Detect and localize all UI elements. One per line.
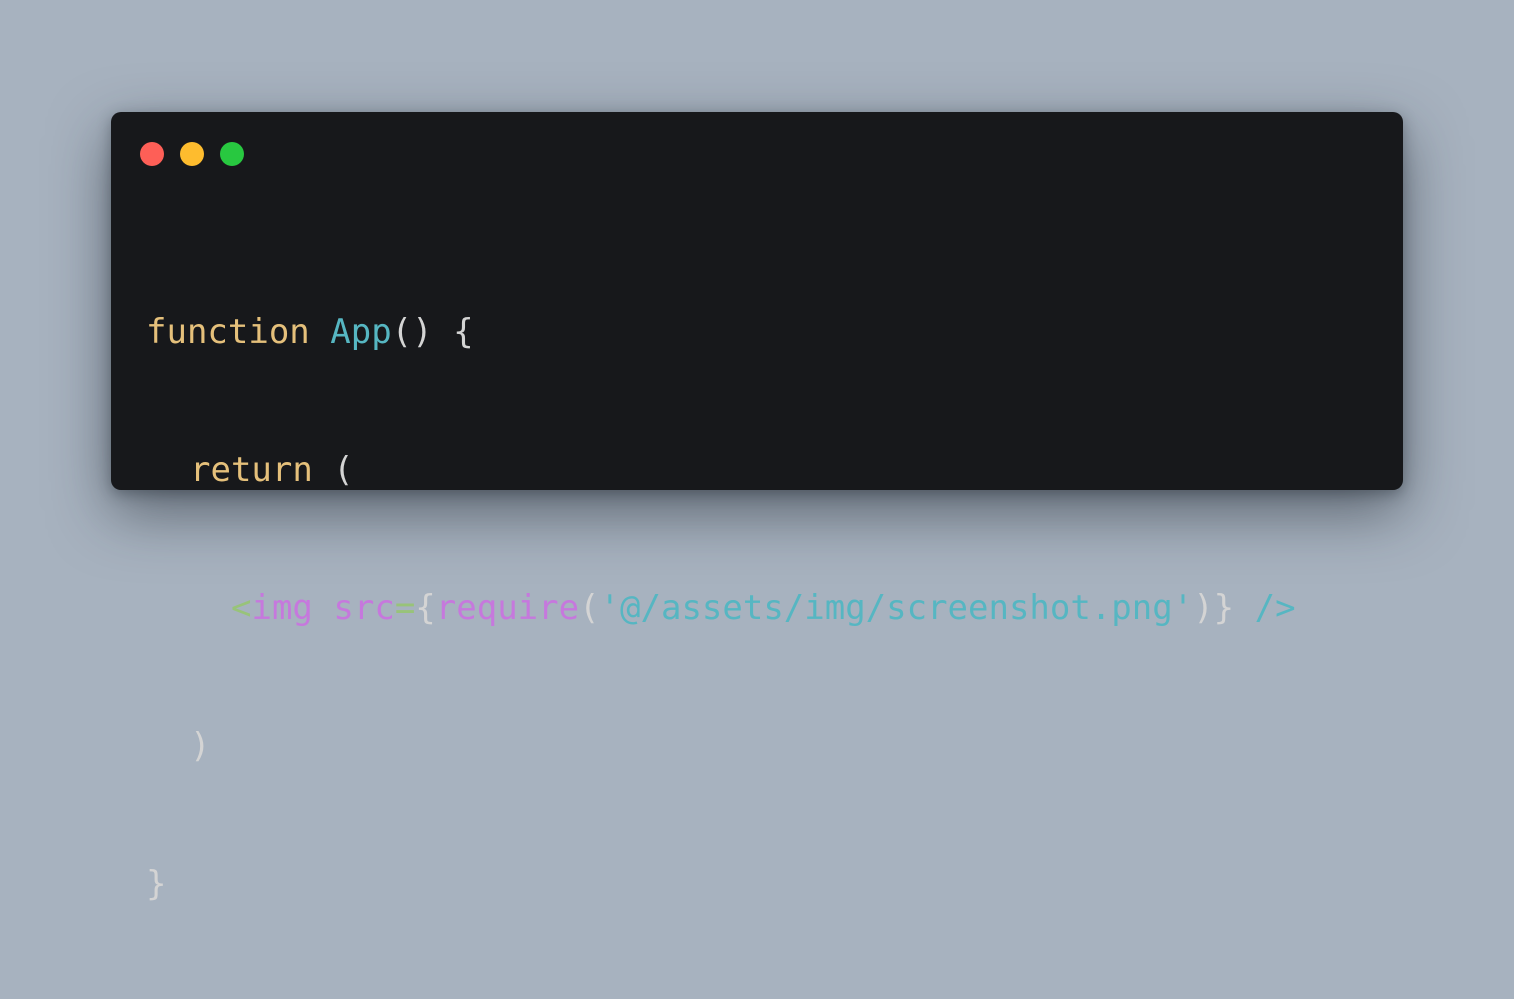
require-call: require bbox=[435, 588, 580, 628]
jsx-self-close: /> bbox=[1234, 588, 1296, 628]
expr-close-brace: } bbox=[1213, 588, 1235, 628]
jsx-tag-name: img bbox=[251, 588, 313, 628]
expr-open-brace: { bbox=[415, 588, 436, 628]
zoom-button[interactable] bbox=[220, 142, 244, 166]
call-close-paren: ) bbox=[1193, 588, 1214, 628]
keyword-return: return bbox=[190, 450, 313, 490]
code-line-3: <img src={require('@/assets/img/screensh… bbox=[146, 585, 1296, 631]
code-line-5: } bbox=[146, 861, 1296, 907]
close-brace: } bbox=[146, 864, 167, 904]
call-open-paren: ( bbox=[579, 588, 600, 628]
code-line-1: function App() { bbox=[146, 309, 1296, 355]
code-line-2: return ( bbox=[146, 447, 1296, 493]
open-brace: { bbox=[432, 312, 474, 352]
code-line-4: ) bbox=[146, 723, 1296, 769]
code-block: function App() { return ( <img src={requ… bbox=[146, 217, 1296, 999]
close-button[interactable] bbox=[140, 142, 164, 166]
open-paren: ( bbox=[312, 450, 354, 490]
code-window: function App() { return ( <img src={requ… bbox=[111, 112, 1403, 904]
jsx-attribute: src bbox=[333, 588, 395, 628]
path-string: '@/assets/img/screenshot.png' bbox=[599, 588, 1194, 628]
parens: () bbox=[391, 312, 433, 352]
keyword-function: function bbox=[146, 312, 310, 352]
jsx-open-bracket: < bbox=[231, 588, 252, 628]
minimize-button[interactable] bbox=[180, 142, 204, 166]
function-name: App bbox=[330, 312, 392, 352]
close-paren: ) bbox=[190, 726, 211, 766]
equals-sign: = bbox=[394, 588, 416, 628]
window-controls bbox=[140, 142, 244, 166]
